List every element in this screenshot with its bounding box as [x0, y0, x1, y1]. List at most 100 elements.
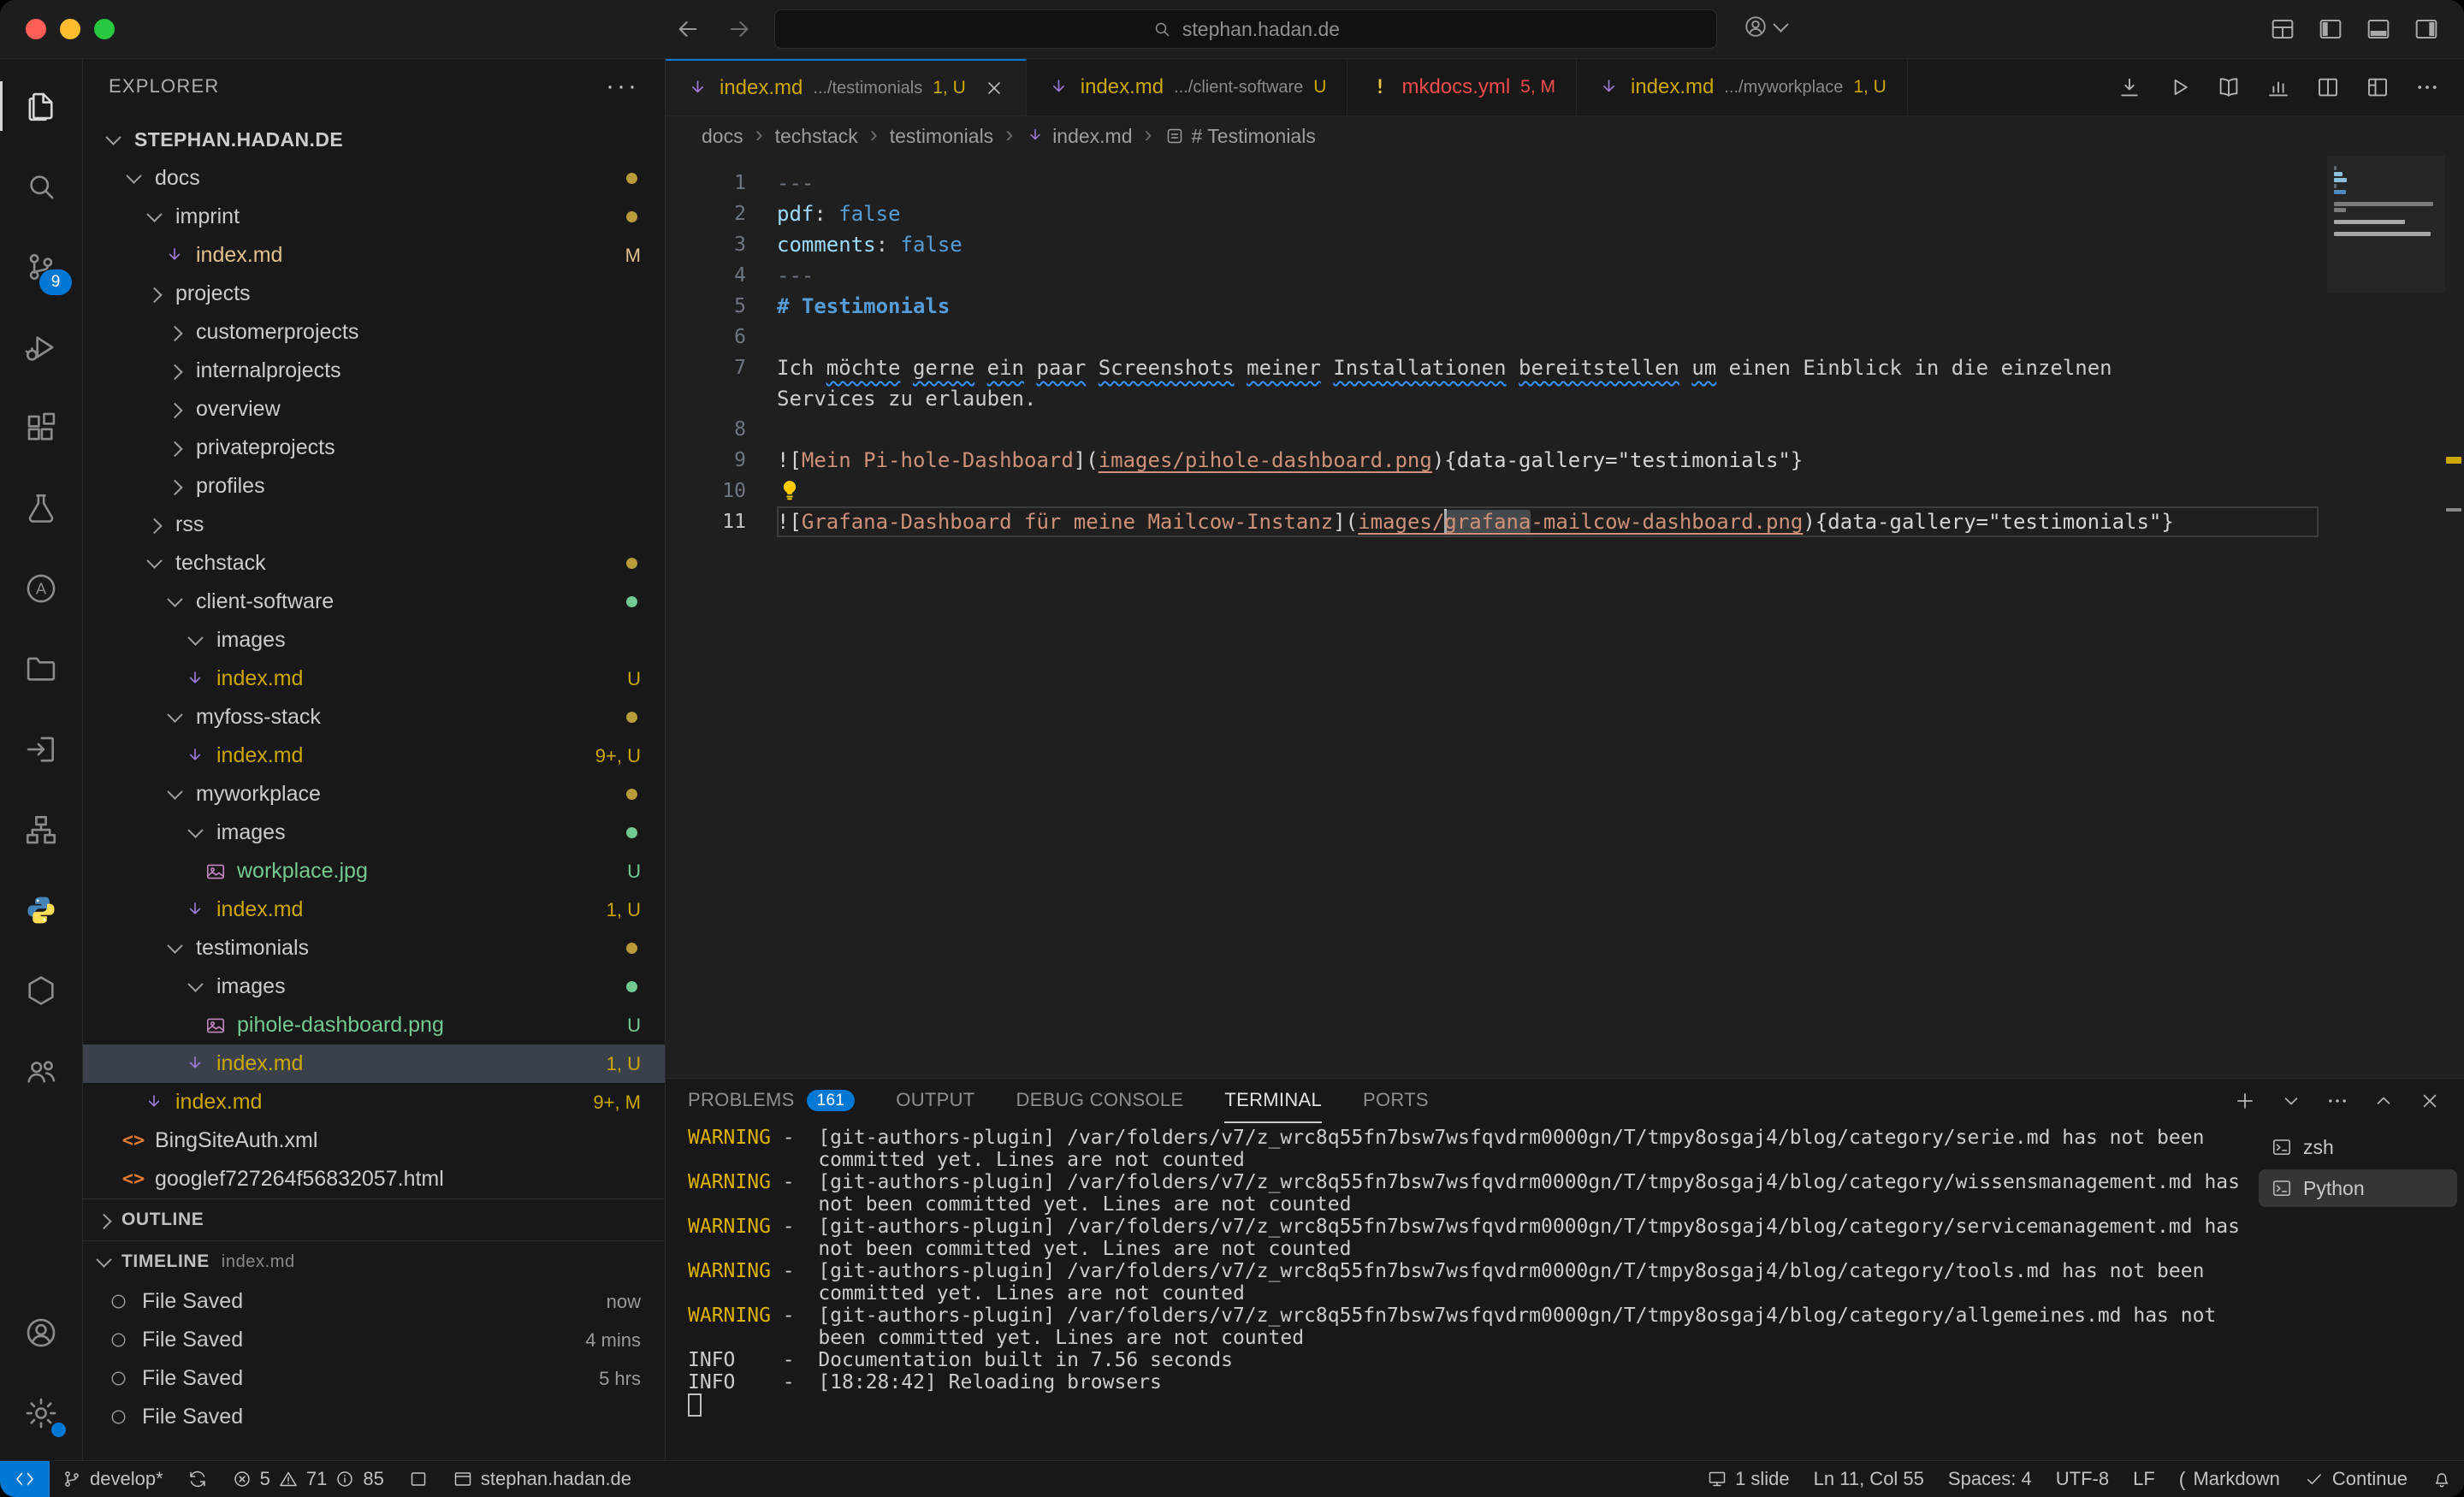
tree-item-profiles[interactable]: profiles	[83, 467, 665, 506]
tree-item-index.md[interactable]: index.md9+, M	[83, 1083, 665, 1121]
tree-item-customerprojects[interactable]: customerprojects	[83, 313, 665, 352]
more-icon[interactable]	[2414, 74, 2440, 100]
activity-run-debug[interactable]	[0, 307, 82, 388]
timeline-item[interactable]: File Saved5 hrs	[83, 1359, 665, 1398]
tree-item-BingSiteAuth.xml[interactable]: <>BingSiteAuth.xml	[83, 1121, 665, 1160]
tab-mkdocs.yml[interactable]: !mkdocs.yml5, M	[1348, 59, 1577, 115]
language-mode-status[interactable]: (Markdown	[2167, 1461, 2292, 1497]
command-center[interactable]: stephan.hadan.de	[774, 9, 1717, 49]
panel-tab-PORTS[interactable]: PORTS	[1363, 1079, 1429, 1123]
activity-testing[interactable]	[0, 468, 82, 548]
activity-extensions[interactable]	[0, 388, 82, 468]
activity-remote-explorer[interactable]	[0, 709, 82, 790]
activity-python[interactable]	[0, 870, 82, 950]
terminal-instance-zsh[interactable]: zsh	[2259, 1128, 2457, 1166]
zoom-window-button[interactable]	[94, 19, 115, 39]
tree-item-STEPHAN.HADAN.DE[interactable]: STEPHAN.HADAN.DE	[83, 121, 665, 159]
tree-item-images[interactable]: images	[83, 621, 665, 660]
timeline-item[interactable]: File Saved	[83, 1398, 665, 1436]
tree-item-index.md[interactable]: index.mdU	[83, 660, 665, 698]
tree-item-pihole-dashboard.png[interactable]: pihole-dashboard.pngU	[83, 1006, 665, 1044]
tree-item-images[interactable]: images	[83, 967, 665, 1006]
live-preview-status[interactable]: stephan.hadan.de	[441, 1461, 643, 1497]
go-forward-button[interactable]	[726, 15, 753, 43]
tree-item-index.md[interactable]: index.md1, U	[83, 891, 665, 929]
go-back-button[interactable]	[674, 15, 702, 43]
tree-item-workplace.jpg[interactable]: workplace.jpgU	[83, 852, 665, 891]
timeline-item[interactable]: File Saved4 mins	[83, 1321, 665, 1359]
export-down-icon[interactable]	[2117, 74, 2142, 100]
outline-section-header[interactable]: OUTLINE	[83, 1198, 665, 1240]
indentation-status[interactable]: Spaces: 4	[1936, 1461, 2044, 1497]
tree-item-docs[interactable]: docs	[83, 159, 665, 198]
activity-account[interactable]	[0, 1293, 82, 1373]
tab-index.md[interactable]: index.md.../testimonials1, U	[666, 59, 1027, 115]
profile-button[interactable]	[1743, 14, 1786, 39]
activity-hierarchy[interactable]	[0, 790, 82, 870]
close-window-button[interactable]	[26, 19, 46, 39]
activity-explorer[interactable]	[0, 66, 82, 146]
slides-status[interactable]: 1 slide	[1695, 1461, 1802, 1497]
git-branch-status[interactable]: develop*	[50, 1461, 175, 1497]
tree-item-overview[interactable]: overview	[83, 390, 665, 429]
tree-item-myfoss-stack[interactable]: myfoss-stack	[83, 698, 665, 737]
cursor-position-status[interactable]: Ln 11, Col 55	[1802, 1461, 1936, 1497]
panel-tab-PROBLEMS[interactable]: PROBLEMS161	[688, 1079, 855, 1123]
timeline-item[interactable]: File Savednow	[83, 1282, 665, 1321]
encoding-status[interactable]: UTF-8	[2044, 1461, 2121, 1497]
tree-item-imprint[interactable]: imprint	[83, 198, 665, 236]
tree-item-myworkplace[interactable]: myworkplace	[83, 775, 665, 814]
chevron-down-icon[interactable]	[2279, 1089, 2303, 1113]
tree-item-images[interactable]: images	[83, 814, 665, 852]
tree-item-privateprojects[interactable]: privateprojects	[83, 429, 665, 467]
tree-item-rss[interactable]: rss	[83, 506, 665, 544]
activity-source-control[interactable]: 9	[0, 227, 82, 307]
close-icon[interactable]	[2418, 1089, 2442, 1113]
ellipsis-icon[interactable]	[2325, 1089, 2349, 1113]
plus-icon[interactable]	[2233, 1089, 2257, 1113]
tree-item-googlef727264f56832057.html[interactable]: <>googlef727264f56832057.html	[83, 1160, 665, 1198]
panel-bottom-icon[interactable]	[2365, 15, 2392, 43]
panel-tab-TERMINAL[interactable]: TERMINAL	[1224, 1079, 1322, 1123]
tree-item-internalprojects[interactable]: internalprojects	[83, 352, 665, 390]
activity-settings[interactable]	[0, 1373, 82, 1453]
activity-circle-a[interactable]: A	[0, 548, 82, 629]
tree-item-testimonials[interactable]: testimonials	[83, 929, 665, 967]
tree-item-projects[interactable]: projects	[83, 275, 665, 313]
sync-button[interactable]	[175, 1461, 220, 1497]
split-editor-icon[interactable]	[2315, 74, 2341, 100]
timeline-section-header[interactable]: TIMELINE index.md	[83, 1240, 665, 1282]
preview-icon[interactable]	[2216, 74, 2242, 100]
tab-index.md[interactable]: index.md.../myworkplace1, U	[1577, 59, 1908, 115]
breadcrumb-item[interactable]: testimonials	[890, 125, 993, 148]
activity-people[interactable]	[0, 1031, 82, 1111]
close-tab-icon[interactable]	[983, 77, 1005, 99]
minimap[interactable]	[2334, 166, 2438, 238]
run-icon[interactable]	[2166, 74, 2192, 100]
problems-status[interactable]: 57185	[220, 1461, 396, 1497]
tree-item-index.md[interactable]: index.md1, U	[83, 1044, 665, 1083]
layout-status-button[interactable]	[396, 1461, 441, 1497]
breadcrumb-item[interactable]: docs	[702, 125, 743, 148]
panel-tab-DEBUG CONSOLE[interactable]: DEBUG CONSOLE	[1016, 1079, 1184, 1123]
tree-item-techstack[interactable]: techstack	[83, 544, 665, 583]
layout-icon[interactable]	[2365, 74, 2390, 100]
breadcrumb-item[interactable]: index.md	[1025, 125, 1132, 148]
remote-indicator[interactable]	[0, 1461, 50, 1497]
breadcrumb-item[interactable]: # Testimonials	[1164, 125, 1316, 148]
graph-icon[interactable]	[2266, 74, 2291, 100]
activity-hexagon[interactable]	[0, 950, 82, 1031]
notifications-button[interactable]	[2420, 1461, 2464, 1497]
panel-tab-OUTPUT[interactable]: OUTPUT	[896, 1079, 974, 1123]
tree-item-index.md[interactable]: index.md9+, U	[83, 737, 665, 775]
lightbulb-icon[interactable]	[777, 477, 803, 503]
breadcrumb-item[interactable]: techstack	[775, 125, 858, 148]
tree-item-client-software[interactable]: client-software	[83, 583, 665, 621]
terminal-instance-Python[interactable]: Python	[2259, 1169, 2457, 1207]
explorer-actions-button[interactable]: ···	[606, 72, 639, 101]
activity-folder-ext[interactable]	[0, 629, 82, 709]
panel-left-icon[interactable]	[2317, 15, 2344, 43]
minimize-window-button[interactable]	[60, 19, 80, 39]
tab-index.md[interactable]: index.md.../client-softwareU	[1027, 59, 1348, 115]
chevron-up-icon[interactable]	[2372, 1089, 2396, 1113]
